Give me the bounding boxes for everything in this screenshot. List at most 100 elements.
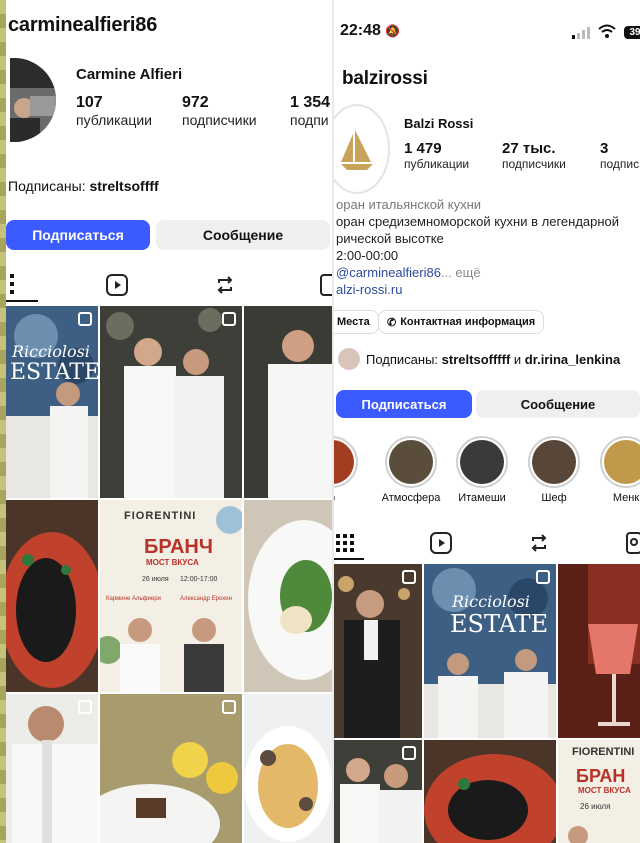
poster-time: 12:00-17:00	[180, 576, 218, 583]
highlight-label: Итамеши	[458, 492, 506, 504]
grid-tab-icon[interactable]	[336, 534, 354, 557]
post-tile-dish-green[interactable]	[244, 500, 332, 692]
stat-following[interactable]: 3 подпис	[600, 140, 639, 171]
highlight-item[interactable]: р	[334, 436, 360, 504]
posts-grid: Ricciolosi ESTATE FIORENTINI БРАНЧ МОСТ …	[6, 306, 332, 843]
post-tile-chef-portrait[interactable]	[244, 306, 332, 498]
avatar[interactable]	[334, 104, 390, 194]
profile-username: carminealfieri86	[8, 14, 158, 36]
stat-followers-count: 27 тыс.	[502, 140, 556, 157]
reel-icon	[222, 700, 236, 714]
avatar[interactable]	[10, 58, 56, 142]
contact-info-button[interactable]: ✆ Контактная информация	[378, 310, 545, 334]
followed-by-user[interactable]: streltsofffff	[442, 352, 511, 367]
posts-grid: Ricciolosi ESTATE FIORENTINI БРАН МОСТ В…	[334, 564, 640, 843]
status-time: 22:48 🔕	[340, 22, 400, 40]
bio-category: оран итальянской кухни	[336, 197, 482, 212]
poster-brand: FIORENTINI	[124, 510, 197, 522]
post-tile-brunch-poster[interactable]: FIORENTINI БРАНЧ МОСТ ВКУСА 26 июля 12:0…	[100, 500, 242, 692]
battery-icon: 39	[624, 26, 640, 39]
stat-following-count: 3	[600, 140, 609, 157]
post-tile-pasta[interactable]	[244, 694, 332, 843]
reels-tab-icon[interactable]	[430, 532, 452, 559]
active-tab-indicator	[334, 558, 364, 560]
stat-following-label: подпис	[600, 157, 640, 171]
post-tile-brunch-poster[interactable]: FIORENTINI БРАН МОСТ ВКУСА 26 июля	[558, 740, 640, 843]
followed-by[interactable]: Подписаны: streltsofffff и dr.irina_lenk…	[366, 352, 620, 367]
followed-by-user[interactable]: dr.irina_lenkina	[525, 352, 620, 367]
highlight-label: Атмосфера	[381, 492, 441, 504]
active-tab-indicator	[6, 300, 38, 302]
bio-line: 2:00-00:00	[336, 248, 399, 263]
bio-more-link[interactable]: ... ещё	[441, 265, 481, 280]
message-button[interactable]: Сообщение	[476, 390, 640, 418]
post-tile-chefs[interactable]	[100, 306, 242, 498]
highlight-item[interactable]: Менк	[598, 436, 640, 504]
followed-by[interactable]: Подписаны: streltsoffff	[8, 178, 159, 194]
bio-line: оран средиземноморской кухни в легендарн…	[336, 214, 620, 229]
poster-brunch-title: БРАНЧ	[144, 536, 213, 558]
stat-posts-count: 107	[76, 94, 103, 111]
stat-followers[interactable]: 972 подписчики	[182, 94, 257, 128]
carousel-icon	[78, 700, 92, 714]
post-tile-caviar[interactable]	[6, 500, 98, 692]
post-tile-dish-lemon[interactable]	[100, 694, 242, 843]
poster-brand: FIORENTINI	[572, 746, 635, 758]
stat-posts[interactable]: 107 публикации	[76, 94, 152, 128]
bio-mention-link[interactable]: @carminealfieri86	[336, 265, 441, 280]
highlight-item[interactable]: Шеф	[526, 436, 582, 504]
places-button[interactable]: Места	[334, 310, 379, 334]
carousel-icon	[402, 746, 416, 760]
stat-followers-label: подписчики	[502, 157, 566, 171]
follow-button[interactable]: Подписаться	[336, 390, 472, 418]
poster-date: 26 июля	[142, 576, 169, 583]
profile-username: balzirossi	[342, 68, 428, 89]
poster-date: 26 июля	[580, 802, 611, 811]
highlight-item[interactable]: Атмосфера	[378, 436, 444, 504]
highlight-label: Менк	[612, 492, 640, 504]
grid-tab-icon[interactable]	[10, 274, 20, 299]
post-tile-cocktail[interactable]	[558, 564, 640, 738]
follow-button[interactable]: Подписаться	[6, 220, 150, 250]
stat-following[interactable]: 1 354 подпи	[290, 94, 330, 128]
profile-panel-right: 22:48 🔕 39 balzirossi Balzi Rossi 1 479 …	[332, 0, 640, 843]
message-button[interactable]: Сообщение	[156, 220, 330, 250]
followed-by-prefix: Подписаны:	[366, 352, 439, 367]
highlight-label: р	[334, 492, 360, 504]
estate-subtitle: ESTATE	[450, 610, 549, 638]
tagged-tab-icon[interactable]	[626, 532, 640, 559]
stat-posts-count: 1 479	[404, 140, 442, 157]
profile-panel-left: carminealfieri86 Carmine Alfieri 107 пуб…	[6, 0, 332, 843]
stat-posts[interactable]: 1 479 публикации	[404, 140, 469, 171]
profile-full-name: Balzi Rossi	[404, 116, 474, 131]
follower-avatar	[338, 348, 360, 370]
tagged-tab-icon[interactable]	[320, 274, 332, 301]
post-tile-chef-white[interactable]	[6, 694, 98, 843]
poster-chef1: Кармине Альфиери	[106, 596, 161, 602]
poster-brunch-title: БРАН	[576, 766, 626, 786]
reposts-tab-icon[interactable]	[214, 274, 236, 301]
reels-tab-icon[interactable]	[106, 274, 128, 301]
stat-posts-label: публикации	[76, 112, 152, 128]
carousel-icon	[402, 570, 416, 584]
website-link[interactable]: alzi-rossi.ru	[336, 281, 619, 298]
stat-followers-count: 972	[182, 94, 209, 111]
followed-by-user[interactable]: streltsoffff	[89, 178, 158, 194]
post-tile-caviar[interactable]	[424, 740, 556, 843]
carousel-icon	[222, 312, 236, 326]
estate-subtitle: ESTATE	[10, 360, 98, 385]
status-time-text: 22:48	[340, 22, 381, 39]
followed-by-and: и	[513, 352, 522, 367]
post-tile-chef-black[interactable]	[334, 564, 422, 738]
mute-bell-icon: 🔕	[385, 24, 401, 38]
stat-followers[interactable]: 27 тыс. подписчики	[502, 140, 566, 171]
post-tile-estate[interactable]: Ricciolosi ESTATE	[424, 564, 556, 738]
post-tile-estate[interactable]: Ricciolosi ESTATE	[6, 306, 98, 498]
post-tile-chefs[interactable]	[334, 740, 422, 843]
stat-following-count: 1 354	[290, 94, 331, 111]
profile-full-name: Carmine Alfieri	[76, 66, 183, 83]
highlight-item[interactable]: Итамеши	[454, 436, 510, 504]
poster-chef2: Александр Ерохин	[180, 596, 232, 602]
reposts-tab-icon[interactable]	[528, 532, 550, 559]
poster-brunch-subtitle: МОСТ ВКУСА	[146, 558, 199, 567]
